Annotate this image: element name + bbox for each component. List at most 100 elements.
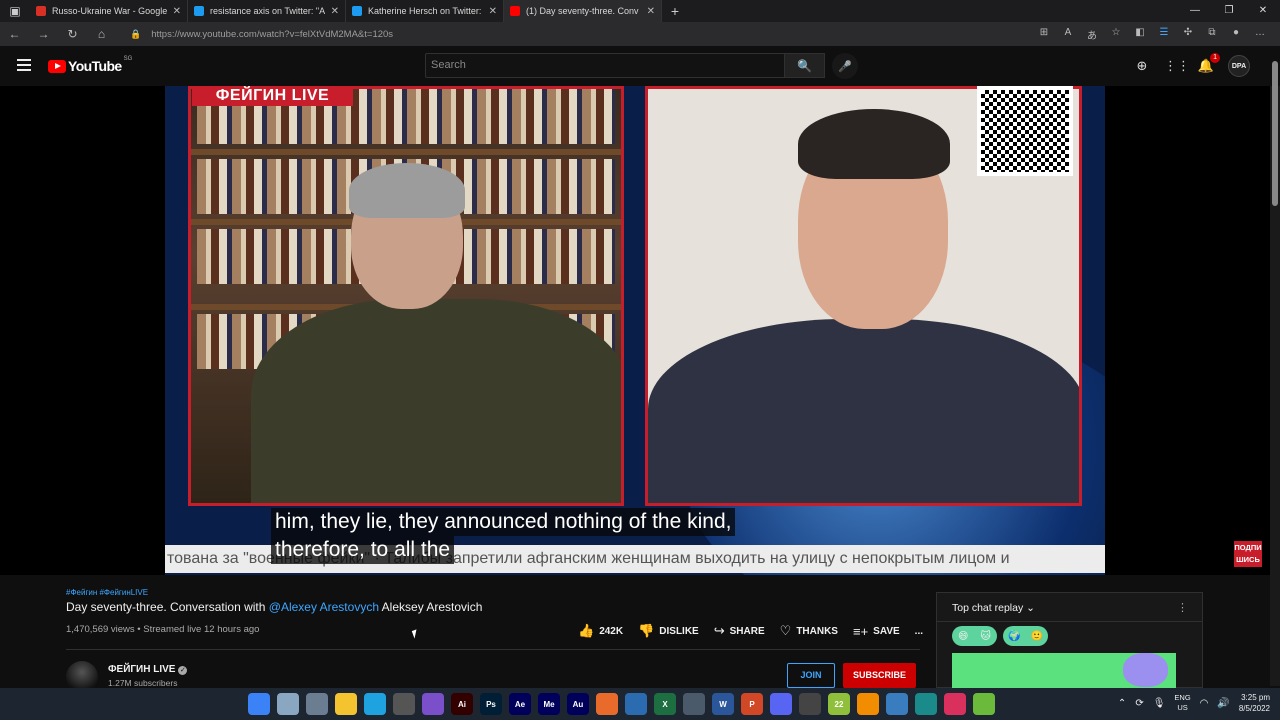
audition-app-icon[interactable]: Au (567, 693, 589, 715)
youtube-logo[interactable]: YouTube SG (48, 56, 132, 74)
profile-icon[interactable]: ● (1224, 27, 1248, 42)
host-hair (349, 163, 465, 218)
close-window-icon[interactable]: ✕ (1246, 0, 1280, 22)
subscribe-watermark[interactable]: ПОДПИ ШИСЬ (1234, 541, 1262, 567)
close-tab-icon[interactable]: ✕ (647, 6, 655, 17)
photoshop-app-icon[interactable]: Ps (480, 693, 502, 715)
new-tab-button[interactable]: + (662, 3, 688, 19)
reaction-pill[interactable]: 😄 🐱 (952, 626, 997, 646)
forward-icon[interactable]: → (29, 27, 58, 41)
media-encoder-app-icon[interactable]: Me (538, 693, 560, 715)
browser-tab[interactable]: Russo-Ukraine War - Google My ✕ (30, 0, 188, 22)
thanks-button[interactable]: ♡ THANKS (780, 623, 838, 639)
calculator-app-icon[interactable] (306, 693, 328, 715)
extension-blue-icon[interactable]: ☰ (1152, 27, 1176, 42)
screen-app-icon[interactable] (683, 693, 705, 715)
firefox-app-icon[interactable] (596, 693, 618, 715)
vlc-app-icon[interactable] (857, 693, 879, 715)
read-aloud-icon[interactable]: A (1056, 27, 1080, 42)
powerpoint-app-icon[interactable]: P (741, 693, 763, 715)
reaction-pill[interactable]: 🌍 🙂 (1003, 626, 1048, 646)
channel-banner: ФЕЙГИН LIVE (192, 86, 353, 106)
join-button[interactable]: JOIN (787, 663, 835, 688)
excel-app-icon[interactable]: X (654, 693, 676, 715)
sync-icon[interactable]: ⟳ (1135, 698, 1143, 709)
extension-icon[interactable]: ◧ (1128, 27, 1152, 42)
channel-name-row[interactable]: ФЕЙГИН LIVE ✓ (108, 664, 188, 675)
refresh-icon[interactable]: ↻ (58, 27, 87, 41)
video-frame[interactable]: ФЕЙГИН LIVE тована за "военные фейки" · … (165, 86, 1105, 575)
page-scrollbar[interactable] (1270, 61, 1280, 686)
discord-app-icon[interactable] (770, 693, 792, 715)
notepad-app-icon[interactable] (973, 693, 995, 715)
microphone-icon[interactable]: 🎙 (1153, 698, 1166, 709)
create-video-icon[interactable]: ⊕ (1132, 56, 1152, 76)
close-tab-icon[interactable]: ✕ (489, 6, 497, 17)
chat-menu-icon[interactable]: ⋮ (1177, 601, 1188, 614)
photos-app-icon[interactable] (277, 693, 299, 715)
tab-title: Katherine Hersch on Twitter: "Ir (368, 6, 483, 16)
search-button[interactable]: 🔍 (785, 53, 825, 78)
search-icon: 🔍 (797, 58, 812, 73)
illustrator-app-icon[interactable]: Ai (451, 693, 473, 715)
close-tab-icon[interactable]: ✕ (173, 6, 181, 17)
close-tab-icon[interactable]: ✕ (331, 6, 339, 17)
notes-app-icon[interactable] (625, 693, 647, 715)
edge-app-icon[interactable] (364, 693, 386, 715)
like-button[interactable]: 👍 242K (578, 623, 623, 639)
restore-icon[interactable]: ❐ (1212, 0, 1246, 22)
app-22-icon[interactable]: 22 (828, 693, 850, 715)
globe-app-icon[interactable] (915, 693, 937, 715)
dislike-button[interactable]: 👎 DISLIKE (638, 623, 699, 639)
chat-promo-card[interactable] (952, 653, 1176, 693)
wifi-icon[interactable]: ◠ (1200, 698, 1209, 709)
browser-tab-active[interactable]: (1) Day seventy-three. Conv ✕ (504, 0, 662, 22)
apps-grid-icon[interactable]: ⋮⋮ (1164, 56, 1190, 76)
url-field[interactable]: 🔒 https://www.youtube.com/watch?v=felXtV… (130, 29, 1032, 40)
translate-icon[interactable]: あ (1080, 27, 1104, 42)
obs-app-icon[interactable] (799, 693, 821, 715)
browser-tab[interactable]: resistance axis on Twitter: "Adm ✕ (188, 0, 346, 22)
save-button[interactable]: ≡+ SAVE (853, 624, 900, 639)
notifications-bell-icon[interactable]: 🔔 1 (1196, 53, 1220, 76)
d-app-icon[interactable] (944, 693, 966, 715)
app-available-icon[interactable]: ⊞ (1032, 27, 1056, 42)
clock[interactable]: 3:25 pm 8/5/2022 (1239, 692, 1270, 714)
language-indicator[interactable]: ENG US (1174, 693, 1190, 713)
after-effects-app-icon[interactable]: Ae (509, 693, 531, 715)
search-input[interactable]: Search (425, 53, 785, 78)
collections-icon[interactable]: ⧉ (1200, 27, 1224, 42)
extensions-puzzle-icon[interactable]: ✣ (1176, 27, 1200, 42)
share-label: SHARE (729, 625, 765, 637)
chevron-up-icon[interactable]: ⌃ (1118, 698, 1126, 709)
subscribe-button[interactable]: SUBSCRIBE (843, 663, 916, 688)
chat-mode-dropdown[interactable]: Top chat replay ⌄ (952, 602, 1035, 614)
volume-icon[interactable]: 🔊 (1217, 698, 1229, 709)
video-player[interactable]: ФЕЙГИН LIVE тована за "военные фейки" · … (0, 86, 1270, 575)
lock-icon: 🔒 (130, 28, 142, 39)
hashtags[interactable]: #Фейгин #ФейгинLIVE (66, 588, 148, 597)
word-app-icon[interactable]: W (712, 693, 734, 715)
editor-app-icon[interactable] (886, 693, 908, 715)
share-button[interactable]: ↪ SHARE (714, 623, 765, 639)
channel-mention-link[interactable]: @Alexey Arestovych (269, 600, 379, 614)
tab-actions-icon[interactable]: ▣ (0, 0, 30, 22)
channel-name[interactable]: ФЕЙГИН LIVE (108, 664, 175, 675)
file-explorer-app-icon[interactable] (335, 693, 357, 715)
video-details: #Фейгин #ФейгинLIVE Day seventy-three. C… (0, 575, 1270, 693)
browser-menu-icon[interactable]: … (1248, 27, 1272, 42)
start-button-icon[interactable] (248, 693, 270, 715)
region-code: US (1177, 703, 1188, 712)
back-icon[interactable]: ← (0, 27, 29, 41)
minimize-icon[interactable]: — (1178, 0, 1212, 22)
hamburger-menu-icon[interactable] (17, 59, 31, 71)
voice-search-button[interactable]: 🎤 (832, 53, 858, 79)
browser-tab[interactable]: Katherine Hersch on Twitter: "Ir ✕ (346, 0, 504, 22)
more-actions-button[interactable]: ... (915, 626, 923, 637)
github-app-icon[interactable] (393, 693, 415, 715)
visual-studio-app-icon[interactable] (422, 693, 444, 715)
favorite-star-icon[interactable]: ☆ (1104, 27, 1128, 42)
scrollbar-thumb[interactable] (1272, 61, 1278, 206)
home-icon[interactable]: ⌂ (87, 27, 116, 41)
account-avatar[interactable]: DPA (1228, 55, 1250, 77)
